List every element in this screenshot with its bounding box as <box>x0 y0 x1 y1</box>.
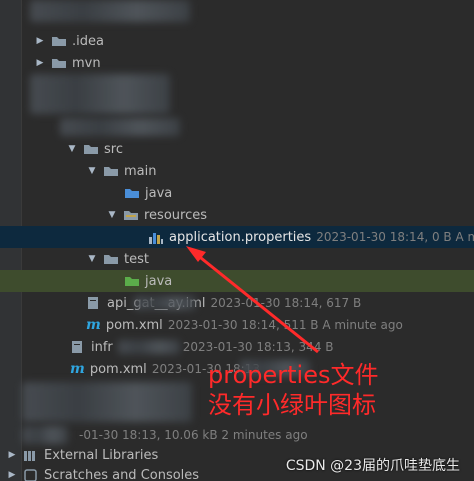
project-tool-window: ▶ .idea ▶ mvn ▼ src ▼ main java ▼ resour… <box>0 0 474 481</box>
annotation-text: properties文件 没有小绿叶图标 <box>208 360 378 420</box>
watermark: CSDN @23届的爪哇垫底生 <box>285 458 460 474</box>
annotation-line-1: properties文件 <box>208 361 379 389</box>
annotation-line-2: 没有小绿叶图标 <box>208 391 376 419</box>
